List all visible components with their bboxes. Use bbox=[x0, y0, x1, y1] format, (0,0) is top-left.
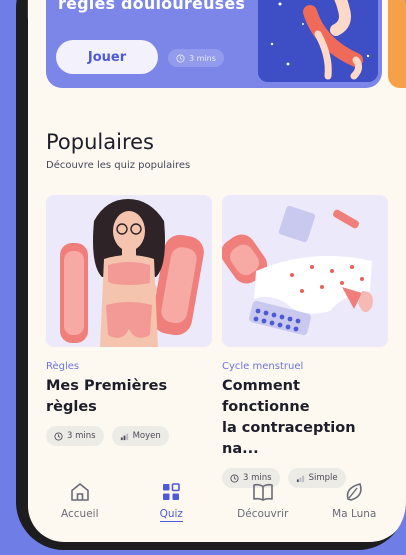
nav-item-accueil[interactable]: Accueil bbox=[40, 480, 120, 542]
clock-icon bbox=[176, 53, 185, 63]
app-screen: règles douloureuses Jouer 3 mins Populai… bbox=[28, 0, 406, 542]
card-illustration bbox=[222, 195, 388, 347]
card-meta: 3 mins Moyen bbox=[46, 426, 212, 446]
play-button[interactable]: Jouer bbox=[56, 40, 158, 74]
grid-icon bbox=[163, 483, 181, 500]
phone-frame: règles douloureuses Jouer 3 mins Populai… bbox=[16, 0, 406, 550]
card-title: Mes Premières règles bbox=[46, 376, 212, 418]
card-title-line-2: la contraception na... bbox=[222, 420, 356, 457]
bottom-nav: Accueil Quiz Découvrir Ma Luna bbox=[28, 480, 406, 542]
clock-icon bbox=[54, 431, 63, 441]
duration-chip: 3 mins bbox=[46, 426, 104, 446]
nav-label: Découvrir bbox=[237, 508, 289, 520]
nav-item-quiz[interactable]: Quiz bbox=[131, 480, 211, 542]
nav-label: Accueil bbox=[61, 508, 99, 520]
card-title-line-2: règles bbox=[46, 399, 97, 415]
home-icon bbox=[70, 483, 89, 501]
featured-quiz-banner[interactable]: règles douloureuses Jouer 3 mins bbox=[46, 0, 382, 88]
signal-bars-icon bbox=[120, 433, 128, 440]
card-title-line-1: Mes Premières bbox=[46, 378, 168, 394]
leaf-icon bbox=[346, 483, 362, 501]
duration-text: 3 mins bbox=[67, 431, 96, 441]
card-illustration bbox=[46, 195, 212, 347]
quiz-card-premieres-regles[interactable]: Règles Mes Premières règles 3 mins Moyen bbox=[46, 195, 212, 446]
card-title-line-1: Comment fonctionne bbox=[222, 378, 310, 415]
card-category: Règles bbox=[46, 361, 80, 372]
next-banner-peek[interactable] bbox=[388, 0, 406, 88]
banner-duration-text: 3 mins bbox=[189, 53, 216, 63]
difficulty-text: Moyen bbox=[132, 431, 161, 441]
card-category: Cycle menstruel bbox=[222, 361, 304, 372]
card-title: Comment fonctionne la contraception na..… bbox=[222, 376, 388, 460]
banner-duration-badge: 3 mins bbox=[168, 49, 224, 67]
nav-label: Quiz bbox=[159, 508, 183, 522]
nav-label: Ma Luna bbox=[332, 508, 377, 520]
book-icon bbox=[252, 483, 273, 501]
section-title: Populaires bbox=[46, 130, 154, 154]
banner-title: règles douloureuses bbox=[58, 0, 246, 13]
difficulty-chip: Moyen bbox=[111, 426, 169, 446]
nav-item-decouvrir[interactable]: Découvrir bbox=[223, 480, 303, 542]
banner-illustration bbox=[258, 0, 378, 82]
nav-item-ma-luna[interactable]: Ma Luna bbox=[314, 480, 394, 542]
quiz-card-contraception[interactable]: Cycle menstruel Comment fonctionne la co… bbox=[222, 195, 388, 488]
section-subtitle: Découvre les quiz populaires bbox=[46, 160, 191, 171]
